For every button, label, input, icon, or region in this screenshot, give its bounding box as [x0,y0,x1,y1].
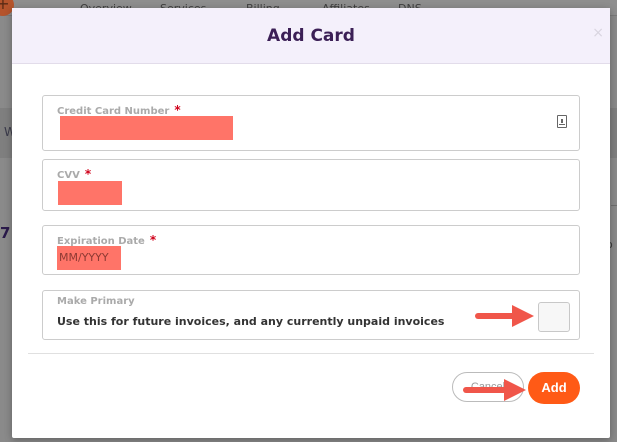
expiration-date-field[interactable]: Expiration Date * MM/YYYY [42,225,580,275]
contact-card-icon [557,115,567,128]
annotation-arrow-checkbox [475,305,534,327]
footer-divider [28,353,594,354]
add-card-modal: Add Card × Credit Card Number * CVV * Expi… [12,8,610,438]
make-primary-description: Use this for future invoices, and any cu… [57,315,445,328]
redacted-card-number [60,116,233,140]
required-mark: * [174,103,181,117]
redacted-cvv [58,181,122,205]
close-icon[interactable]: × [592,25,604,41]
required-mark: * [84,167,92,181]
make-primary-label: Make Primary [57,296,135,307]
card-number-label: Credit Card Number * [57,103,181,117]
modal-title: Add Card [267,26,355,46]
annotation-arrow-add [463,379,526,401]
modal-header: Add Card × [12,8,610,64]
expiration-date-placeholder: MM/YYYY [59,251,109,264]
background-divider [611,205,617,206]
required-mark: * [149,233,157,247]
add-button[interactable]: Add [528,372,580,404]
make-primary-checkbox[interactable] [538,302,570,332]
card-number-field[interactable]: Credit Card Number * [42,95,580,151]
background-number-fragment: 7 [0,224,11,242]
expiration-date-label: Expiration Date * [57,233,157,247]
cvv-label: CVV * [57,167,92,181]
cvv-field[interactable]: CVV * [42,159,580,211]
